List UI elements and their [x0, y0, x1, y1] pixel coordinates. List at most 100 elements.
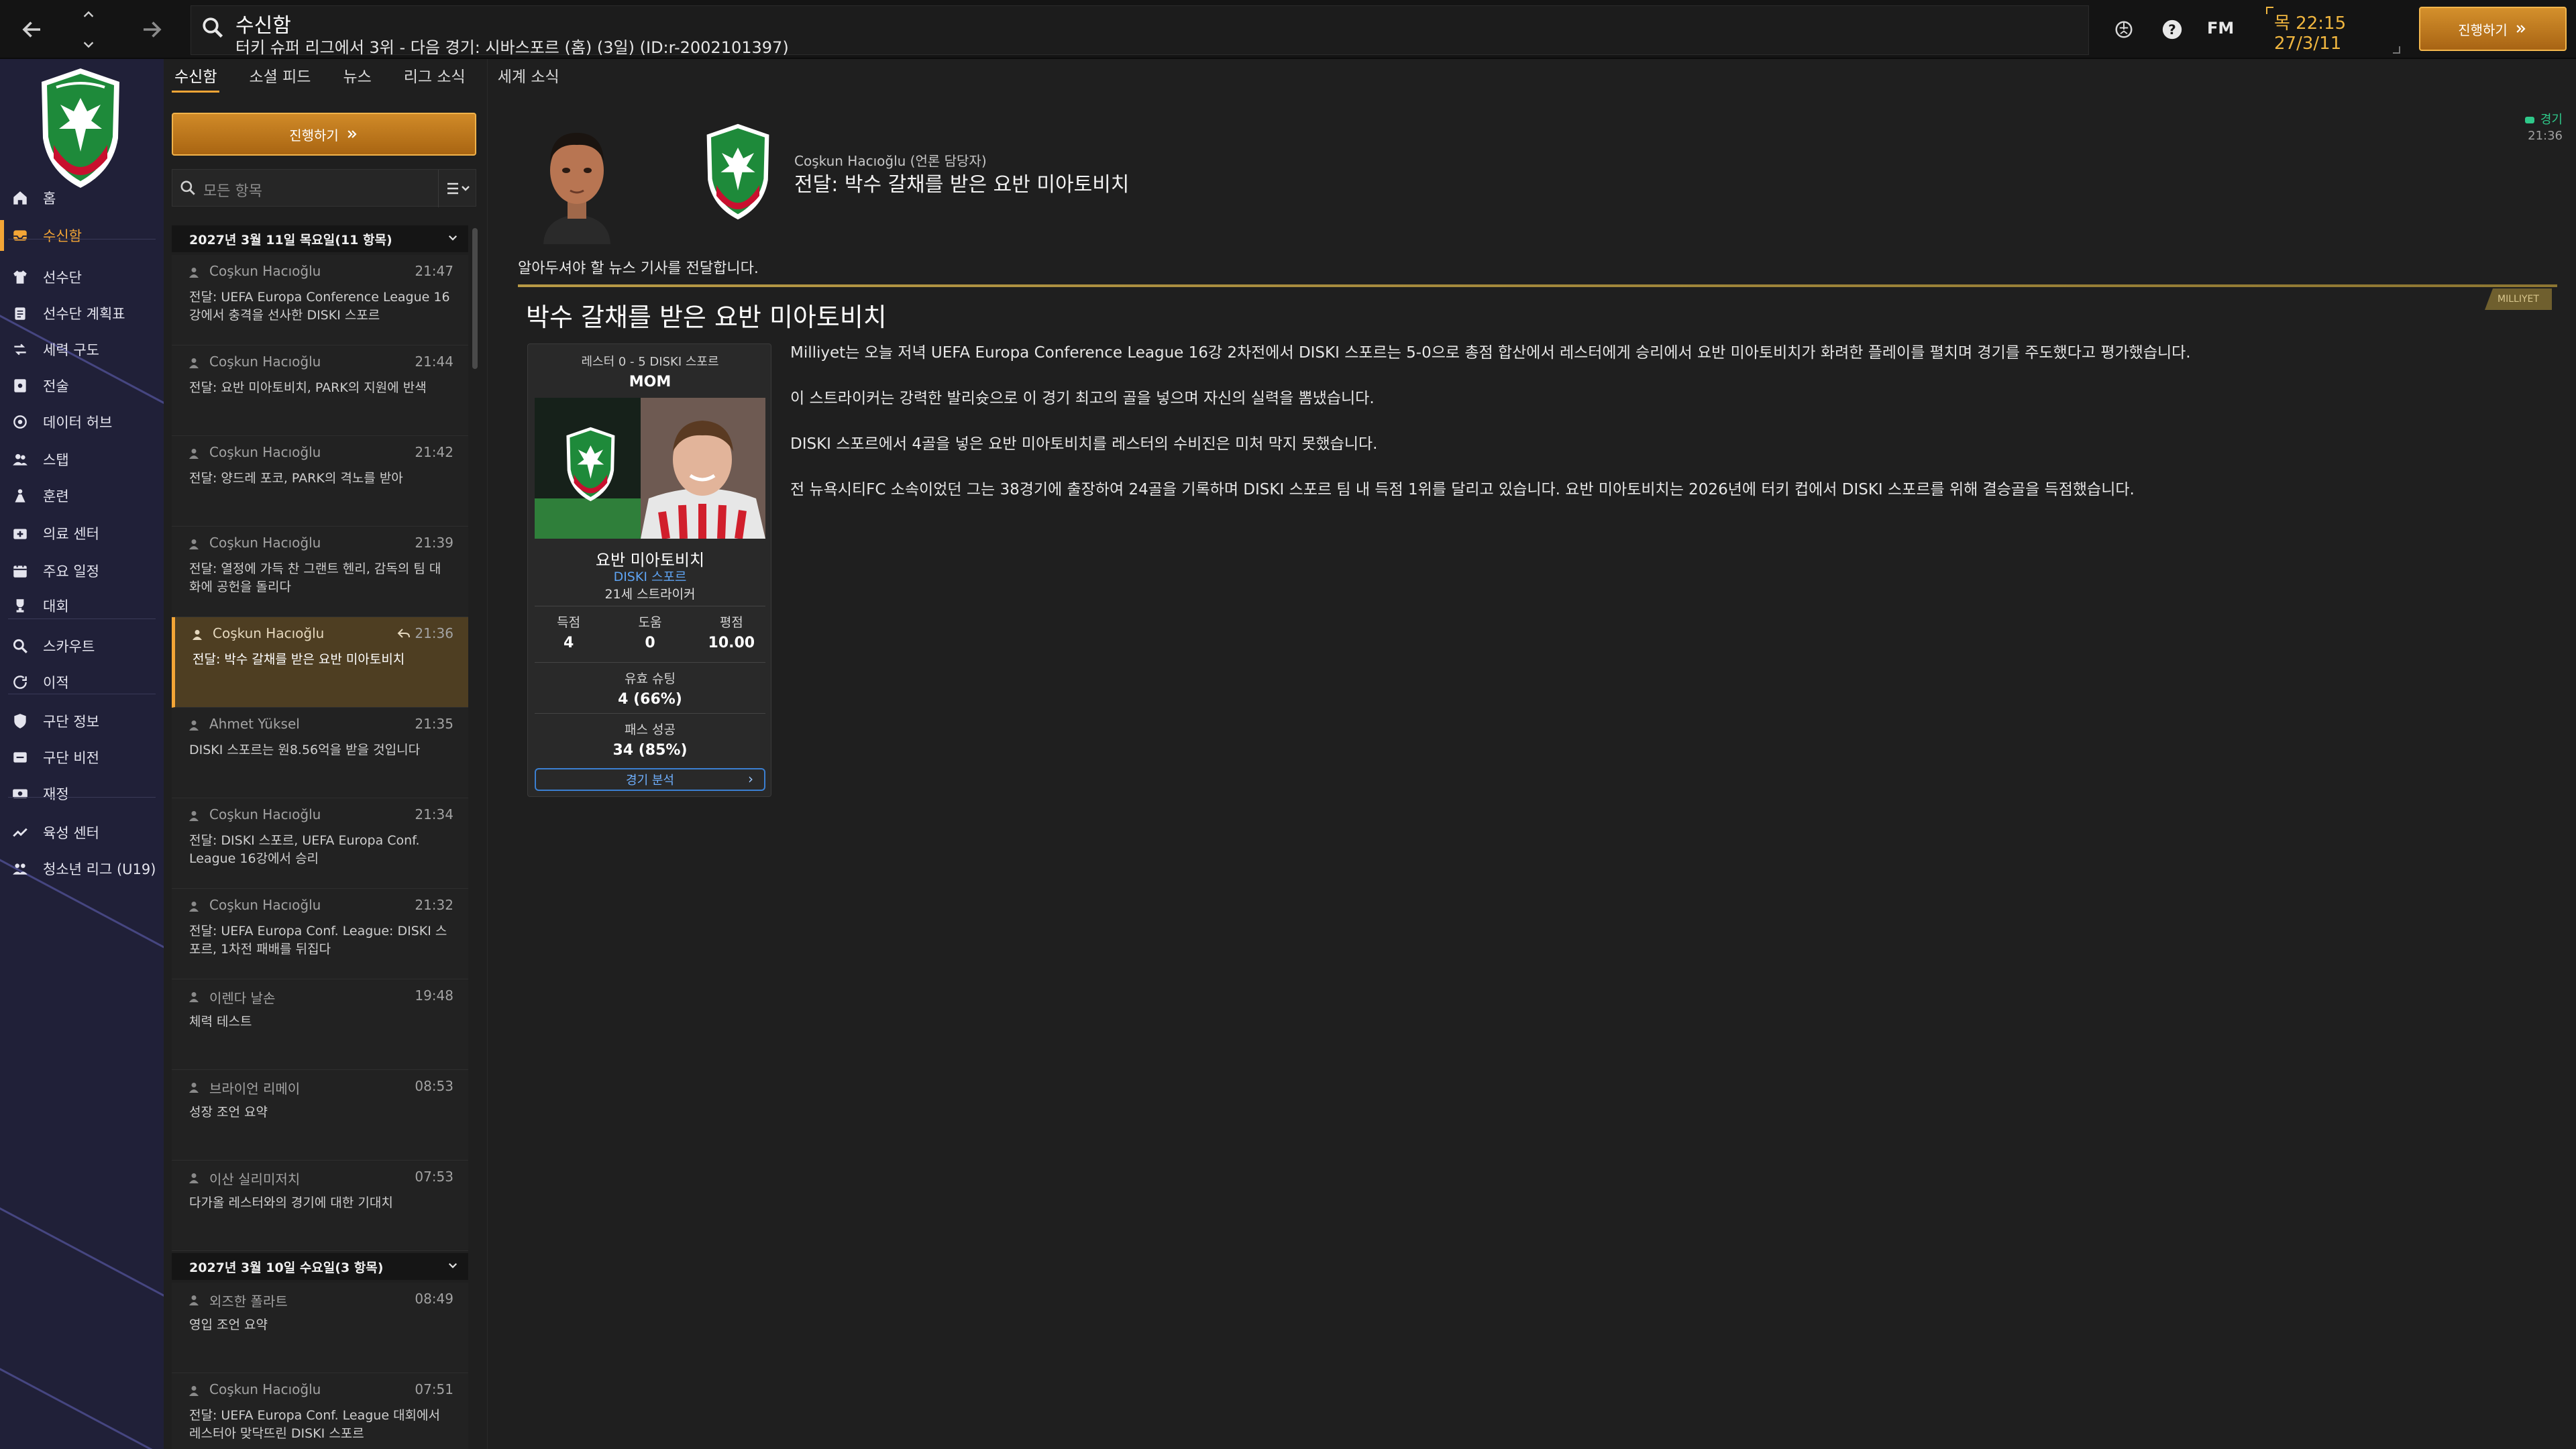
- sidebar-item-clipboard[interactable]: 선수단 계획표: [0, 298, 164, 329]
- finance-icon: [9, 783, 31, 804]
- sidebar-item-label: 스탭: [43, 452, 69, 468]
- list-item[interactable]: 이렌다 날손 19:48 체력 테스트: [172, 979, 468, 1070]
- continue-list-button[interactable]: 진행하기: [172, 113, 476, 156]
- person-icon: [189, 449, 199, 459]
- scout-knowledge-button[interactable]: [2109, 15, 2139, 44]
- message-subject: 체력 테스트: [189, 1014, 252, 1029]
- message-list: 진행하기 모든 항목 2027년 3월 11일 목요일(11 항목) 2027년 …: [172, 107, 480, 1449]
- sidebar-item-dynamics[interactable]: 세력 구도: [0, 334, 164, 365]
- sidebar-item-vision[interactable]: 구단 비전: [0, 742, 164, 773]
- message-sender: Coşkun Hacıoğlu: [209, 263, 321, 279]
- list-item[interactable]: 브라이언 리메이 08:53 성장 조언 요약: [172, 1070, 468, 1161]
- scroll-up-button[interactable]: [75, 0, 102, 30]
- list-item[interactable]: 외즈한 폴라트 08:49 영입 조언 요약: [172, 1283, 468, 1373]
- sidebar-item-youth[interactable]: 청소년 리그 (U19): [0, 853, 164, 884]
- list-item[interactable]: Coşkun Hacıoğlu 21:34 전달: DISKI 스포르, UEFA …: [172, 798, 468, 889]
- tactics-icon: [9, 375, 31, 396]
- sidebar-item-label: 수신함: [43, 228, 82, 244]
- message-time: 07:51: [415, 1381, 453, 1397]
- reply-icon: [397, 629, 410, 638]
- sidebar-item-label: 세력 구도: [43, 342, 99, 358]
- search-icon: [180, 180, 195, 195]
- date-group-header[interactable]: 2027년 3월 10일 수요일(3 항목): [172, 1253, 468, 1280]
- message-time: 21:39: [415, 535, 453, 551]
- player-club[interactable]: DISKI 스포르: [528, 567, 772, 585]
- sidebar-item-scout[interactable]: 스카우트: [0, 631, 164, 661]
- sidebar-item-finance[interactable]: 재정: [0, 778, 164, 809]
- message-time: 21:32: [415, 897, 453, 913]
- tab-social-feed[interactable]: 소셜 피드: [246, 64, 313, 93]
- sidebar-item-development[interactable]: 육성 센터: [0, 817, 164, 848]
- club-crest-small[interactable]: [700, 121, 775, 223]
- continue-button[interactable]: 진행하기: [2419, 7, 2567, 51]
- sidebar-item-label: 선수단 계획표: [43, 306, 125, 322]
- list-menu-icon: [447, 182, 470, 195]
- chevron-right-icon: ›: [748, 771, 753, 787]
- club-crest[interactable]: [34, 64, 127, 192]
- sidebar-item-tactics[interactable]: 전술: [0, 370, 164, 401]
- sidebar-item-staff[interactable]: 스탭: [0, 444, 164, 475]
- message-time: 08:49: [415, 1291, 453, 1307]
- dynamics-icon: [9, 339, 31, 360]
- sidebar-item-training[interactable]: 훈련: [0, 480, 164, 511]
- help-button[interactable]: ?: [2157, 15, 2187, 44]
- list-item[interactable]: Coşkun Hacıoğlu 21:39 전달: 열정에 가득 찬 그랜트 헨리,…: [172, 527, 468, 617]
- match-analysis-button[interactable]: 경기 분석 ›: [535, 768, 765, 791]
- youth-icon: [9, 858, 31, 879]
- date-group-header[interactable]: 2027년 3월 11일 목요일(11 항목): [172, 225, 468, 252]
- tab-world-news[interactable]: 세계 소식: [495, 64, 562, 93]
- list-options-button[interactable]: [438, 170, 477, 207]
- person-icon: [189, 992, 199, 1002]
- sender-name[interactable]: Coşkun Hacıoğlu (언론 담당자): [794, 150, 987, 170]
- list-item[interactable]: Coşkun Hacıoğlu 21:47 전달: UEFA Europa Conf…: [172, 255, 468, 345]
- forward-button[interactable]: [131, 0, 172, 59]
- sidebar-item-shirt[interactable]: 선수단: [0, 262, 164, 292]
- list-item[interactable]: Coşkun Hacıoğlu 21:42 전달: 양드레 포코, PARK의 격노…: [172, 436, 468, 527]
- sidebar-item-data-hub[interactable]: 데이터 허브: [0, 407, 164, 437]
- message-time: 21:36: [415, 625, 453, 641]
- player-photo[interactable]: [535, 398, 765, 539]
- sidebar-item-home[interactable]: 홈: [0, 182, 164, 213]
- clipboard-icon: [9, 303, 31, 324]
- person-icon: [189, 1386, 199, 1396]
- message-filter[interactable]: 모든 항목: [172, 169, 476, 207]
- scout-icon: [9, 635, 31, 657]
- tab-league-news[interactable]: 리그 소식: [401, 64, 468, 93]
- sidebar-item-medical[interactable]: 의료 센터: [0, 518, 164, 549]
- message-sender: 브라이언 리메이: [209, 1081, 301, 1097]
- message-sender: Coşkun Hacıoğlu: [209, 806, 321, 822]
- sidebar-item-trophy[interactable]: 대회: [0, 590, 164, 621]
- tab-news[interactable]: 뉴스: [340, 64, 374, 93]
- list-item[interactable]: 이산 실리미저치 07:53 다가올 레스터와의 경기에 대한 기대치: [172, 1161, 468, 1251]
- list-item[interactable]: Coşkun Hacıoğlu 07:51 전달: UEFA Europa Conf…: [172, 1373, 468, 1449]
- scroll-down-button[interactable]: [75, 30, 102, 59]
- search-bar[interactable]: 수신함 터키 슈퍼 리그에서 3위 - 다음 경기: 시바스포르 (홈) (3일…: [191, 5, 2089, 57]
- club-crest-icon: [706, 123, 769, 220]
- fm-menu-button[interactable]: FM: [2207, 19, 2234, 38]
- sender-portrait[interactable]: [530, 117, 624, 244]
- list-scrollbar[interactable]: [472, 228, 478, 369]
- sidebar-item-label: 주요 일정: [43, 564, 99, 580]
- message-time: 21:35: [415, 716, 453, 732]
- tab-inbox[interactable]: 수신함: [172, 64, 220, 93]
- person-icon: [189, 720, 199, 731]
- sidebar-divider: [8, 797, 156, 798]
- source-tag: MILLIYET: [2485, 288, 2552, 310]
- player-match-card: 레스터 0 - 5 DISKI 스포르 MOM 요반 미아토비치 DISKI 스…: [527, 343, 771, 797]
- match-score[interactable]: 레스터 0 - 5 DISKI 스포르: [528, 352, 772, 370]
- sidebar-item-inbox[interactable]: 수신함: [0, 220, 164, 251]
- sidebar-item-club-info[interactable]: 구단 정보: [0, 706, 164, 737]
- training-icon: [9, 485, 31, 506]
- sidebar-item-label: 훈련: [43, 488, 69, 504]
- message-sender: Coşkun Hacıoğlu: [209, 444, 321, 460]
- message-subject: 전달: UEFA Europa Conference League 16강에서 …: [189, 290, 450, 323]
- list-item[interactable]: Coşkun Hacıoğlu 21:32 전달: UEFA Europa Conf…: [172, 889, 468, 979]
- sidebar-item-label: 대회: [43, 598, 69, 614]
- list-item[interactable]: Ahmet Yüksel 21:35 DISKI 스포르는 원8.56억을 받을 것…: [172, 708, 468, 798]
- list-item[interactable]: Coşkun Hacıoğlu 21:44 전달: 요반 미아토비치, PARK의 …: [172, 345, 468, 436]
- sidebar-item-calendar[interactable]: 주요 일정: [0, 555, 164, 586]
- message-subject: 전달: DISKI 스포르, UEFA Europa Conf. League …: [189, 833, 420, 866]
- back-button[interactable]: [12, 0, 52, 59]
- message-time: 21:47: [415, 263, 453, 279]
- list-item[interactable]: Coşkun Hacıoğlu 21:36 전달: 박수 갈채를 받은 요반 미아토…: [172, 617, 468, 708]
